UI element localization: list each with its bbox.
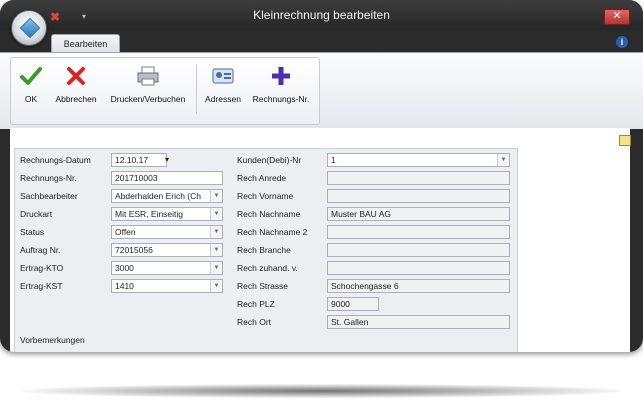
address-card-icon: [202, 64, 244, 88]
invoice-number-field[interactable]: 201710003: [111, 171, 223, 185]
plus-icon: [248, 64, 314, 88]
label-ertrag-kto: Ertrag-KTO: [20, 263, 64, 273]
label-rech-ort: Rech Ort: [237, 317, 272, 327]
ribbon: OK Abbrechen Drucken/Verbuchen Adressen …: [0, 52, 643, 129]
order-number-value: 72015056: [115, 245, 153, 255]
last-name-2-field[interactable]: [327, 225, 510, 239]
invoice-number-button-label: Rechnungs-Nr.: [252, 94, 310, 104]
customer-number-value: 1: [331, 155, 336, 165]
app-logo-icon: [19, 17, 41, 39]
printer-icon: [105, 64, 191, 88]
status-select[interactable]: Offen ▼: [111, 225, 223, 239]
ribbon-group: OK Abbrechen Drucken/Verbuchen Adressen …: [10, 57, 320, 125]
quick-access-close-icon[interactable]: ✖: [50, 11, 64, 23]
label-auftrag-nr: Auftrag Nr.: [20, 245, 61, 255]
label-rech-nachname-2: Rech Nachname 2: [237, 227, 308, 237]
ok-button-label: OK: [24, 94, 38, 104]
print-post-button[interactable]: Drucken/Verbuchen: [105, 64, 191, 104]
label-rech-zuhand: Rech zuhand. v.: [237, 263, 298, 273]
cost-center-value: 1410: [115, 281, 134, 291]
label-rech-strasse: Rech Strasse: [237, 281, 289, 291]
label-status: Status: [20, 227, 45, 237]
street-field[interactable]: Schochengasse 6: [327, 279, 510, 293]
label-sachbearbeiter: Sachbearbeiter: [20, 191, 78, 201]
industry-field[interactable]: [327, 243, 510, 257]
order-number-select[interactable]: 72015056 ▼: [111, 243, 223, 257]
status-value: Offen: [115, 227, 136, 237]
invoice-form-panel: Rechnungs-Datum 12.10.17 ▾ Rechnungs-Nr.…: [14, 148, 518, 352]
first-name-field[interactable]: [327, 189, 510, 203]
ok-button[interactable]: OK: [19, 64, 43, 104]
cancel-button[interactable]: Abbrechen: [51, 64, 101, 104]
chevron-down-icon[interactable]: ▼: [210, 262, 222, 274]
city-field[interactable]: St. Gallen: [327, 315, 510, 329]
label-rech-anrede: Rech Anrede: [237, 173, 287, 183]
label-vorbemerkungen: Vorbemerkungen: [20, 335, 85, 345]
last-name-field[interactable]: Muster BAU AG: [327, 207, 510, 221]
addresses-button-label: Adressen: [205, 94, 241, 104]
addresses-button[interactable]: Adressen: [202, 64, 244, 104]
info-icon[interactable]: i: [616, 36, 628, 48]
label-kunden-nr: Kunden(Debi)-Nr: [237, 155, 302, 165]
revenue-account-select[interactable]: 3000 ▼: [111, 261, 223, 275]
window-drop-shadow: [22, 384, 621, 398]
chevron-down-icon[interactable]: ▼: [497, 154, 509, 166]
chevron-down-icon[interactable]: ▼: [210, 190, 222, 202]
cost-center-select[interactable]: 1410 ▼: [111, 279, 223, 293]
salutation-field[interactable]: [327, 171, 510, 185]
date-field[interactable]: 12.10.17: [111, 153, 167, 167]
cancel-button-label: Abbrechen: [55, 94, 97, 104]
checkmark-icon: [19, 64, 43, 88]
chevron-down-icon[interactable]: ▼: [210, 244, 222, 256]
label-rech-nachname: Rech Nachname: [237, 209, 301, 219]
revenue-account-value: 3000: [115, 263, 134, 273]
print-type-select[interactable]: Mit ESR, Einseitig ▼: [111, 207, 223, 221]
label-rech-vorname: Rech Vorname: [237, 191, 294, 201]
tab-bearbeiten[interactable]: Bearbeiten: [51, 34, 120, 53]
application-window: Kleinrechnung bearbeiten ✕ ✖ ▾ Bearbeite…: [0, 0, 643, 352]
cancel-x-icon: [51, 64, 101, 88]
quick-access-dropdown-icon[interactable]: ▾: [82, 12, 86, 21]
clerk-select-value: Abderhalden Erich (Ch: [115, 191, 201, 201]
postal-code-field[interactable]: 9000: [327, 297, 379, 311]
label-rech-plz: Rech PLZ: [237, 299, 275, 309]
chevron-down-icon[interactable]: ▼: [210, 280, 222, 292]
customer-number-select[interactable]: 1 ▼: [327, 153, 510, 167]
invoice-number-button[interactable]: Rechnungs-Nr.: [248, 64, 314, 104]
clerk-select[interactable]: Abderhalden Erich (Ch ▼: [111, 189, 223, 203]
print-post-button-label: Drucken/Verbuchen: [110, 94, 186, 104]
attention-of-field[interactable]: [327, 261, 510, 275]
label-druckart: Druckart: [20, 209, 53, 219]
ribbon-separator: [196, 64, 197, 114]
label-rechnungs-datum: Rechnungs-Datum: [20, 155, 91, 165]
window-title: Kleinrechnung bearbeiten: [253, 8, 390, 22]
print-type-value: Mit ESR, Einseitig: [115, 209, 184, 219]
label-rech-branche: Rech Branche: [237, 245, 291, 255]
chevron-down-icon[interactable]: ▼: [210, 226, 222, 238]
note-icon[interactable]: [619, 135, 631, 146]
label-ertrag-kst: Ertrag-KST: [20, 281, 63, 291]
date-picker-icon[interactable]: ▾: [163, 153, 171, 167]
chevron-down-icon[interactable]: ▼: [210, 208, 222, 220]
window-close-button[interactable]: ✕: [604, 9, 630, 25]
application-menu-button[interactable]: [11, 10, 47, 46]
label-rechnungs-nr: Rechnungs-Nr.: [20, 173, 77, 183]
